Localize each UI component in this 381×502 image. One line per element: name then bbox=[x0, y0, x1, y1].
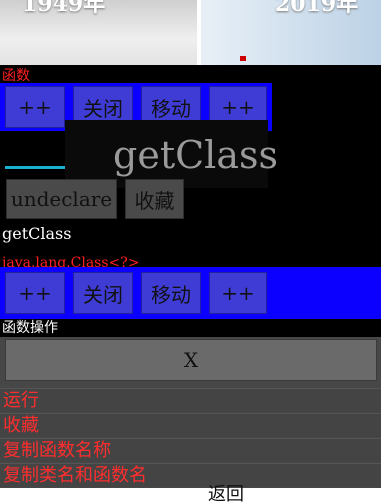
photo-divider bbox=[197, 0, 201, 65]
back-button[interactable]: 返回 bbox=[208, 484, 244, 502]
add-button-left-2[interactable]: ++ bbox=[5, 272, 65, 314]
move-button-2[interactable]: 移动 bbox=[141, 272, 201, 314]
toolbar-edge bbox=[270, 83, 272, 131]
method-signature: java.lang.Class<?> bbox=[2, 256, 140, 267]
year-right-label: 2019年 bbox=[275, 0, 359, 17]
favorite-button[interactable]: 收藏 bbox=[125, 179, 184, 219]
method-name-label: getClass bbox=[2, 224, 72, 243]
menu-item-run[interactable]: 运行 bbox=[0, 388, 381, 412]
functions-section-label: 函数 bbox=[2, 68, 30, 84]
undeclare-button[interactable]: undeclare bbox=[6, 179, 117, 219]
menu-item-copy-class-and-function[interactable]: 复制类名和函数名 bbox=[0, 463, 381, 487]
dialog-close-button[interactable]: X bbox=[5, 339, 377, 381]
year-left-label: 1949年 bbox=[22, 0, 106, 17]
add-button-left[interactable]: ++ bbox=[5, 86, 65, 128]
signature-clip: java.lang.Class<?> bbox=[2, 256, 162, 267]
menu-item-favorite[interactable]: 收藏 bbox=[0, 413, 381, 437]
add-button-right-2[interactable]: ++ bbox=[209, 272, 267, 314]
menu-item-copy-function-name[interactable]: 复制函数名称 bbox=[0, 438, 381, 462]
flag-icon bbox=[240, 56, 246, 61]
class-name-title: getClass bbox=[113, 133, 278, 177]
progress-indicator bbox=[5, 166, 65, 169]
dialog-title: 函数操作 bbox=[2, 320, 58, 336]
footer-bar bbox=[0, 488, 381, 502]
header-photo-banner: 1949年 2019年 bbox=[0, 0, 381, 65]
close-button-2[interactable]: 关闭 bbox=[73, 272, 133, 314]
back-button-clip: 返回 bbox=[208, 480, 244, 502]
